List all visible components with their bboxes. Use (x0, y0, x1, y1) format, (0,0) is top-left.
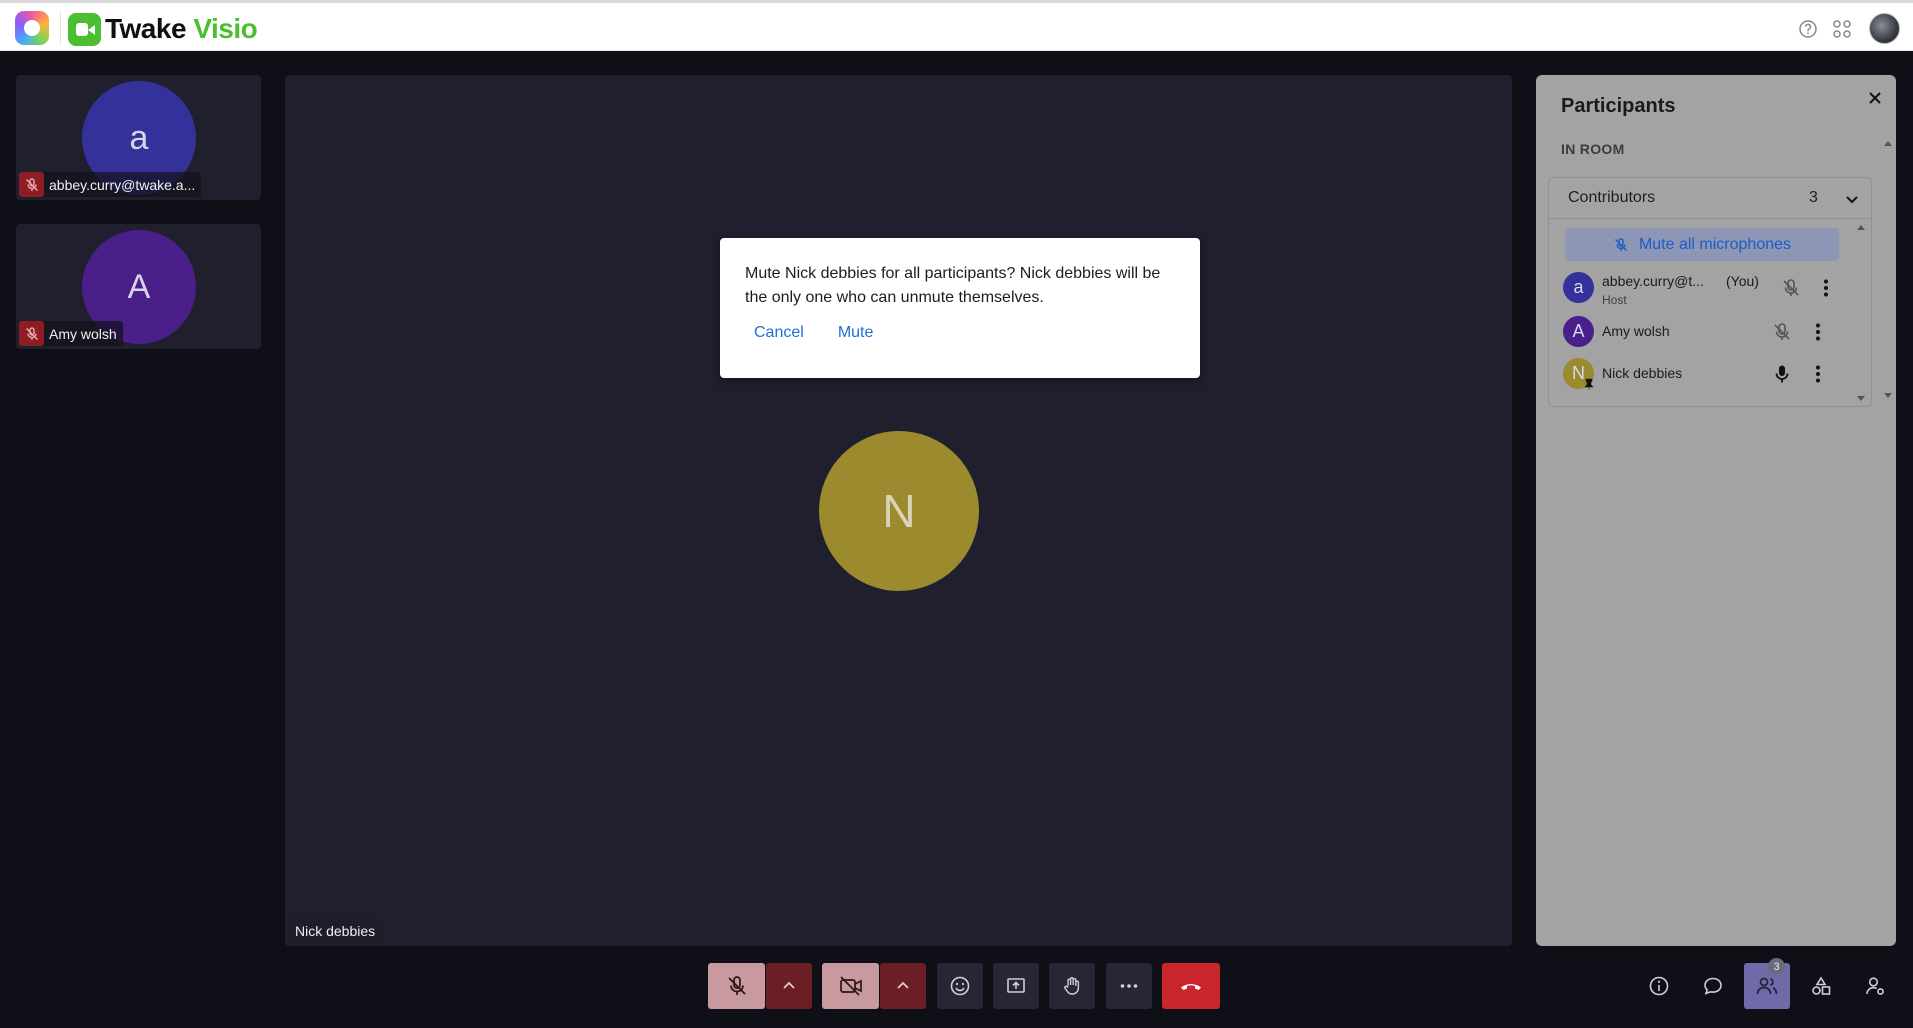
share-screen-button[interactable] (993, 963, 1039, 1009)
emoji-icon (950, 976, 970, 996)
hang-up-icon (1181, 984, 1201, 990)
mute-button[interactable]: Mute (838, 324, 874, 342)
camera-off-icon (839, 976, 862, 996)
shapes-icon (1812, 976, 1831, 995)
raise-hand-button[interactable] (1049, 963, 1095, 1009)
contributors-label: Contributors (1568, 189, 1656, 206)
apps-grid-icon[interactable] (1831, 18, 1853, 40)
header-divider (60, 12, 61, 44)
participant-row: a abbey.curry@t... (You) Host (1563, 269, 1863, 307)
chevron-up-icon (897, 981, 909, 989)
top-header: Twake Visio (0, 0, 1913, 51)
participants-icon (1756, 977, 1778, 995)
more-options-icon[interactable] (1815, 277, 1837, 299)
toggle-camera-button[interactable] (822, 963, 879, 1009)
mic-off-icon[interactable] (1771, 321, 1793, 343)
participant-name: Amy wolsh (1602, 323, 1670, 339)
more-options-icon[interactable] (1807, 363, 1829, 385)
main-stage: N Nick debbies (285, 75, 1512, 946)
speaker-name: Nick debbies (288, 918, 383, 943)
toggle-microphone-button[interactable] (708, 963, 765, 1009)
tools-button[interactable] (1798, 963, 1844, 1009)
mute-all-label: Mute all microphones (1638, 235, 1792, 253)
list-scroll-up-icon[interactable] (1857, 224, 1865, 232)
participant-role: Host (1602, 293, 1627, 307)
contributors-header[interactable]: Contributors 3 (1549, 178, 1871, 218)
mic-off-icon[interactable] (1780, 277, 1802, 299)
participant-you-tag: (You) (1726, 273, 1759, 289)
admin-button[interactable] (1852, 963, 1898, 1009)
user-avatar[interactable] (1869, 13, 1900, 44)
participant-tile[interactable]: A Amy wolsh (16, 224, 261, 349)
participant-name: abbey.curry@t... (1602, 273, 1704, 289)
divider (1549, 218, 1871, 219)
tile-label: Amy wolsh (19, 321, 123, 346)
info-icon (1649, 976, 1669, 996)
leave-call-button[interactable] (1162, 963, 1220, 1009)
mic-off-icon (19, 321, 44, 346)
speaker-avatar: N (819, 431, 979, 591)
participant-avatar: a (1563, 272, 1594, 303)
mic-on-icon[interactable] (1771, 363, 1793, 385)
brand-part-twake: Twake (105, 13, 187, 44)
more-options-button[interactable] (1106, 963, 1152, 1009)
participant-name: Nick debbies (1602, 365, 1683, 381)
camera-options-button[interactable] (880, 963, 926, 1009)
tile-name: abbey.curry@twake.a... (49, 176, 196, 193)
section-in-room: IN ROOM (1561, 141, 1625, 157)
participant-avatar: A (1563, 316, 1594, 347)
chat-icon (1704, 977, 1722, 995)
reactions-button[interactable] (937, 963, 983, 1009)
cancel-button[interactable]: Cancel (754, 324, 804, 342)
pin-icon (1584, 378, 1594, 390)
visio-logo-icon (68, 13, 101, 46)
contributors-count: 3 (1809, 189, 1818, 206)
chevron-up-icon (783, 981, 795, 989)
contributors-group: Contributors 3 Mute all microphones a ab… (1548, 177, 1872, 407)
scroll-up-icon[interactable] (1884, 140, 1892, 148)
info-button[interactable] (1636, 963, 1682, 1009)
user-settings-icon (1866, 977, 1884, 995)
tile-label: abbey.curry@twake.a... (19, 172, 202, 197)
participants-count-badge: 3 (1768, 958, 1785, 975)
brand-part-visio: Visio (193, 13, 258, 44)
dialog-message: Mute Nick debbies for all participants? … (745, 265, 1161, 306)
brand-name: Twake Visio (105, 13, 258, 45)
chat-button[interactable] (1690, 963, 1736, 1009)
close-icon[interactable] (1864, 87, 1886, 109)
help-icon[interactable] (1797, 18, 1819, 40)
participants-panel: Participants IN ROOM Contributors 3 Mute… (1536, 75, 1896, 946)
dialog-actions: Cancel Mute (754, 324, 873, 342)
mute-confirm-dialog: Mute Nick debbies for all participants? … (720, 238, 1200, 378)
participant-tile[interactable]: a abbey.curry@twake.a... (16, 75, 261, 200)
tile-name: Amy wolsh (49, 325, 117, 342)
mute-all-button[interactable]: Mute all microphones (1565, 228, 1839, 261)
chevron-down-icon[interactable] (1843, 190, 1861, 208)
list-scroll-down-icon[interactable] (1857, 394, 1865, 402)
more-horizontal-icon (1120, 984, 1138, 988)
panel-title: Participants (1561, 95, 1676, 117)
screen-share-icon (1007, 978, 1025, 993)
scroll-down-icon[interactable] (1884, 391, 1892, 399)
microphone-options-button[interactable] (766, 963, 812, 1009)
more-options-icon[interactable] (1807, 321, 1829, 343)
participant-row: A Amy wolsh (1563, 313, 1863, 351)
mic-off-icon (19, 172, 44, 197)
participant-row: N Nick debbies (1563, 355, 1863, 393)
app-launcher-logo[interactable] (15, 11, 49, 45)
mic-off-icon (727, 976, 746, 995)
hand-icon (1064, 977, 1080, 995)
mic-off-icon (1614, 237, 1627, 251)
